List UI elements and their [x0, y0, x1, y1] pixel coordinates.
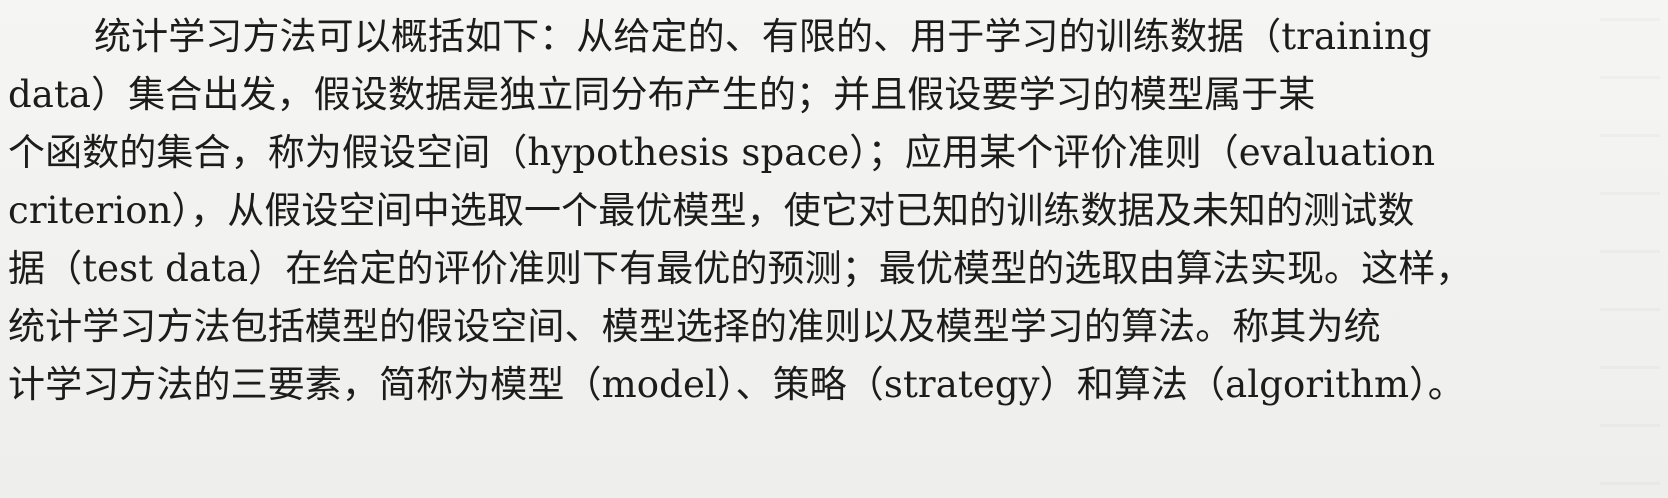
- paragraph-line-6: 统计学习方法包括模型的假设空间、模型选择的准则以及模型学习的算法。称其为统: [8, 305, 1381, 348]
- paragraph-line-3: 个函数的集合，称为假设空间（hypothesis space）；应用某个评价准则…: [8, 131, 1436, 174]
- paragraph-line-2: data）集合出发，假设数据是独立同分布产生的；并且假设要学习的模型属于某: [8, 73, 1316, 116]
- paragraph-line-7: 计学习方法的三要素，简称为模型（model）、策略（strategy）和算法（a…: [8, 363, 1465, 406]
- document-page: 统计学习方法可以概括如下：从给定的、有限的、用于学习的训练数据（training…: [0, 0, 1668, 498]
- paragraph-line-4: criterion），从假设空间中选取一个最优模型，使它对已知的训练数据及未知的…: [8, 189, 1415, 232]
- paragraph-line-1: 统计学习方法可以概括如下：从给定的、有限的、用于学习的训练数据（training: [94, 15, 1432, 58]
- paragraph-line-5: 据（test data）在给定的评价准则下有最优的预测；最优模型的选取由算法实现…: [8, 247, 1473, 290]
- body-paragraph: 统计学习方法可以概括如下：从给定的、有限的、用于学习的训练数据（training…: [8, 8, 1668, 414]
